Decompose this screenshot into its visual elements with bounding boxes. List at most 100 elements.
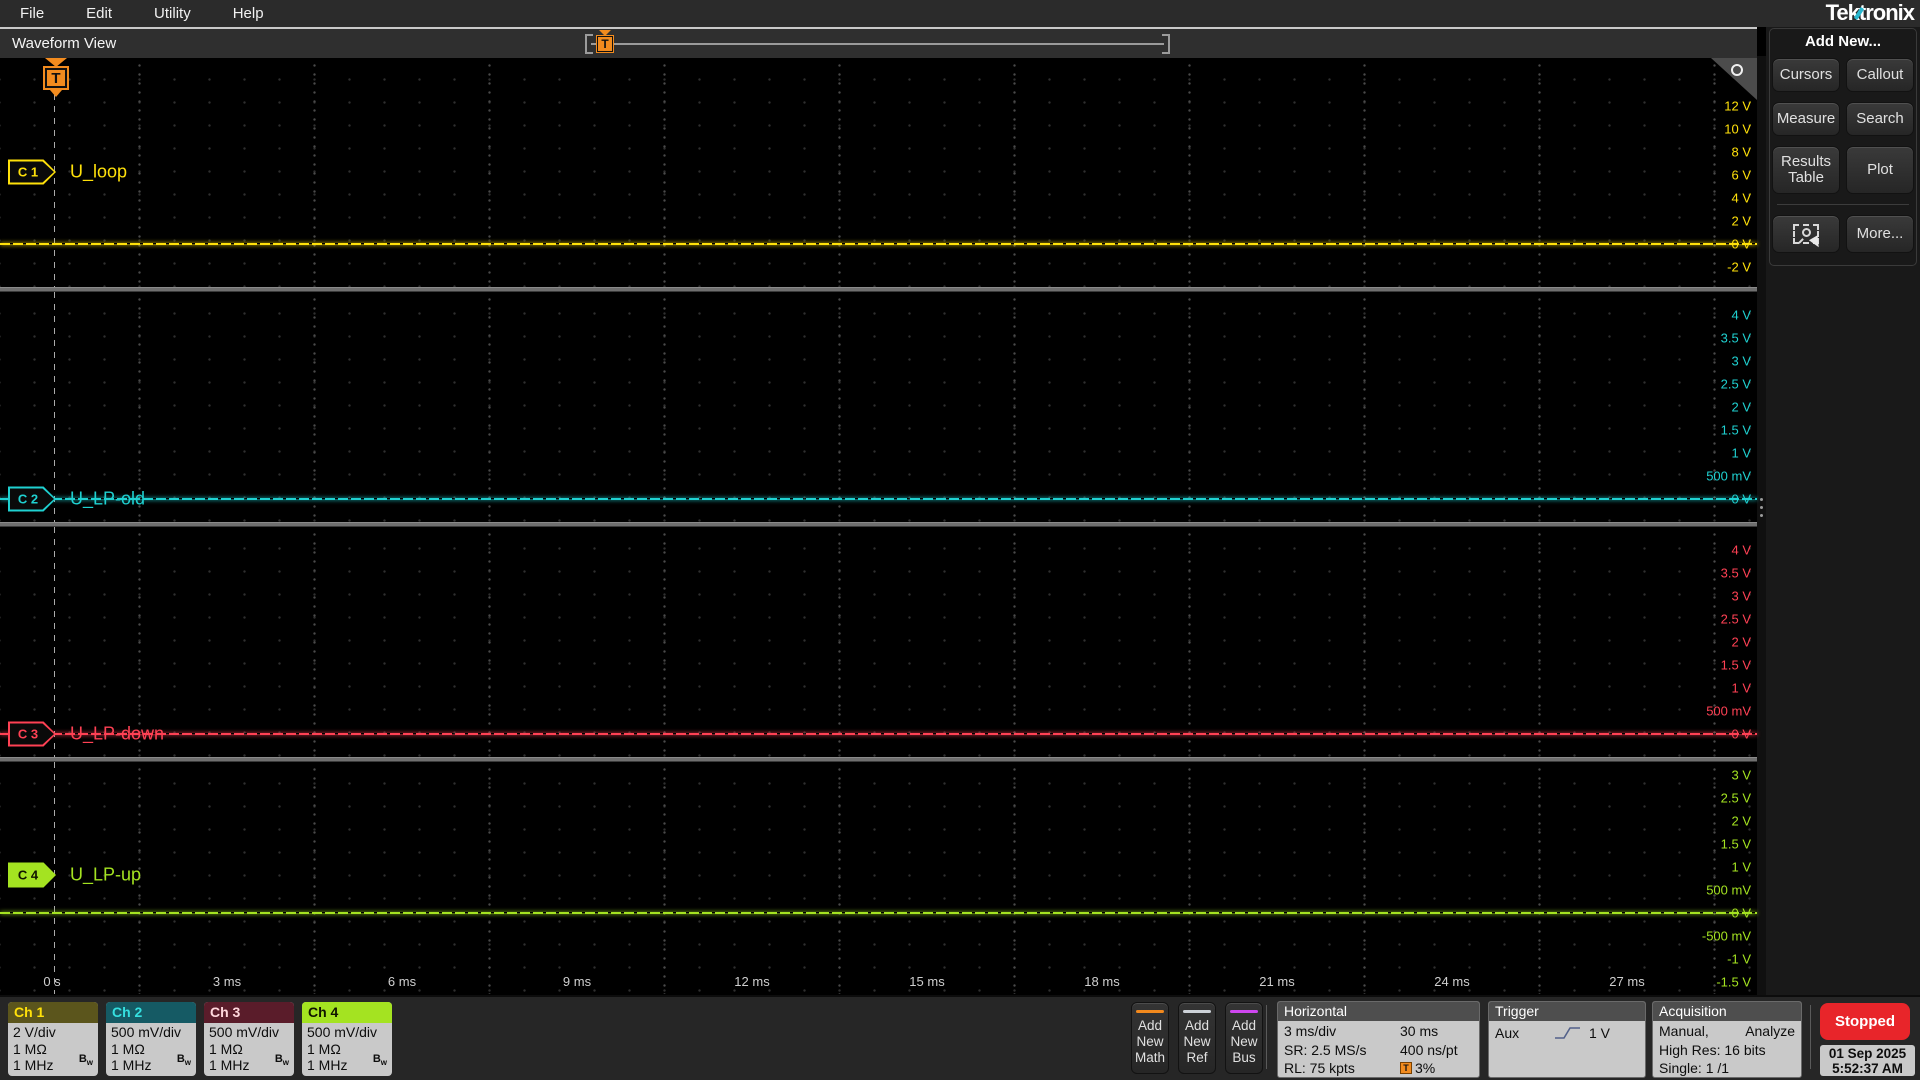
scale-label: 8 V	[1731, 144, 1751, 160]
more-button[interactable]: More...	[1846, 215, 1914, 253]
waveform-trace-4[interactable]	[0, 912, 1757, 914]
trigger-position-indicator[interactable]: T	[597, 36, 613, 52]
channel-handle-3[interactable]: C 3 U_LP-down	[8, 721, 164, 747]
scale-label: 3 V	[1731, 767, 1751, 783]
trigger-panel[interactable]: Trigger Aux 1 V	[1488, 1001, 1646, 1078]
panel-splitter[interactable]	[1757, 56, 1766, 995]
bandwidth-limit-badge: Bw	[176, 1052, 191, 1067]
scale-label: 2.5 V	[1720, 611, 1751, 627]
menu-item-file[interactable]: File	[20, 5, 44, 22]
channel-settings-badge-1[interactable]: Ch 12 V/div 1 MΩ 1 MHz Bw	[8, 1002, 98, 1076]
channel-badge-body: 2 V/div 1 MΩ 1 MHz Bw	[8, 1023, 98, 1074]
scale-label: 12 V	[1724, 98, 1751, 114]
channel-scale: 500 mV/div	[209, 1024, 280, 1040]
channel-slice-2: 4 V 3.5 V 3 V 2.5 V 2 V 1.5 V 1 V 500 mV 0 V C 2 U…	[0, 292, 1757, 522]
scale-label: 1 V	[1731, 859, 1751, 875]
horizontal-pan-scrollbar[interactable]: T	[585, 30, 1170, 55]
callout-button[interactable]: Callout	[1846, 58, 1914, 92]
time-tick-label: 3 ms	[212, 974, 242, 989]
bandwidth-limit-badge: Bw	[274, 1052, 289, 1067]
magnifier-icon	[1731, 64, 1743, 76]
horizontal-title: Horizontal	[1278, 1002, 1479, 1021]
menu-item-utility[interactable]: Utility	[154, 5, 191, 22]
waveform-trace-1[interactable]	[0, 243, 1757, 245]
channel-badge-id: C 4	[17, 867, 39, 883]
add-new-ref-button[interactable]: Add New Ref	[1178, 1002, 1216, 1074]
time-tick-label: 24 ms	[1434, 974, 1470, 989]
acquisition-analyze: Analyze	[1745, 1023, 1795, 1039]
channel-settings-badge-2[interactable]: Ch 2 500 mV/div 1 MΩ 1 MHz Bw	[106, 1002, 196, 1076]
waveform-trace-2[interactable]	[0, 498, 1757, 500]
search-button[interactable]: Search	[1846, 102, 1914, 136]
scrollbar-track[interactable]	[591, 43, 1164, 45]
waveform-trace-3[interactable]	[0, 733, 1757, 735]
horizontal-panel[interactable]: Horizontal 3 ms/div 30 ms SR: 2.5 MS/s 4…	[1277, 1001, 1480, 1078]
channel-badge-id: C 3	[17, 726, 39, 742]
time-tick-label: 18 ms	[1084, 974, 1120, 989]
add-new-buttons: Cursors Callout Measure Search Results T…	[1772, 58, 1914, 194]
add-new-sources: Add New Math Add New Ref Add New Bus	[1131, 1002, 1263, 1074]
scale-label: 500 mV	[1706, 468, 1751, 484]
channel-scale: 500 mV/div	[307, 1024, 378, 1040]
channel-handle-4[interactable]: C 4 U_LP-up	[8, 862, 141, 888]
resolution: 400 ns/pt	[1400, 1041, 1458, 1058]
waveform-view-header: Waveform View T	[0, 29, 1757, 58]
cursors-button[interactable]: Cursors	[1772, 58, 1840, 92]
time-tick-label: 15 ms	[909, 974, 945, 989]
scale-label: 3.5 V	[1720, 565, 1751, 581]
plot-button[interactable]: Plot	[1846, 146, 1914, 194]
zoom-select-icon	[1793, 224, 1824, 250]
time-tick-label: 12 ms	[734, 974, 770, 989]
channel-slice-1: 12 V 10 V 8 V 6 V 4 V 2 V 0 V -2 V C 1 U_loop T	[0, 58, 1757, 287]
acquisition-title: Acquisition	[1653, 1002, 1801, 1021]
scale-label: 2 V	[1731, 213, 1751, 229]
channel-badge-id: C 1	[17, 164, 39, 180]
time-tick-label: 6 ms	[387, 974, 417, 989]
trigger-tip-icon	[50, 90, 62, 97]
date-label: 01 Sep 2025	[1828, 1046, 1907, 1061]
scale-label: 6 V	[1731, 167, 1751, 183]
add-new-bus-button[interactable]: Add New Bus	[1225, 1002, 1263, 1074]
time-axis: 0 s 3 ms 6 ms 9 ms 12 ms 15 ms 18 ms 21 ms 24 ms…	[0, 970, 1757, 994]
channel-badges: Ch 12 V/div 1 MΩ 1 MHz Bw Ch 2 500 mV/div 1 MΩ…	[8, 1002, 392, 1076]
settings-bar: Ch 12 V/div 1 MΩ 1 MHz Bw Ch 2 500 mV/div 1 MΩ…	[0, 995, 1920, 1080]
scale-label: 500 mV	[1706, 882, 1751, 898]
scale-label: 1.5 V	[1720, 657, 1751, 673]
channel-handle-1[interactable]: C 1 U_loop	[8, 159, 127, 185]
scale-label: 0 V	[1731, 726, 1751, 742]
scale-label: -1.5 V	[1716, 974, 1751, 990]
channel-badge-id: C 2	[17, 491, 39, 507]
acquisition-panel[interactable]: Acquisition Manual, Analyze High Res: 16…	[1652, 1001, 1802, 1078]
results-table-button[interactable]: Results Table	[1772, 146, 1840, 194]
side-panel-separator	[1777, 204, 1909, 205]
scale-label: 2 V	[1731, 399, 1751, 415]
channel-settings-badge-4[interactable]: Ch 4 500 mV/div 1 MΩ 1 MHz Bw	[302, 1002, 392, 1076]
scale-label: 2 V	[1731, 634, 1751, 650]
acquisition-mode: Manual,	[1659, 1023, 1709, 1039]
add-new-math-button[interactable]: Add New Math	[1131, 1002, 1169, 1074]
channel-handle-2[interactable]: C 2 U_LP-old	[8, 486, 146, 512]
zoom-corner-button[interactable]	[1711, 58, 1757, 100]
magnifier-handle-icon	[1726, 77, 1734, 85]
acquisition-single: Single: 1 /1	[1659, 1060, 1730, 1076]
channel-scale: 2 V/div	[13, 1024, 56, 1040]
time-label: 5:52:37 AM	[1832, 1061, 1903, 1076]
menu-item-edit[interactable]: Edit	[86, 5, 112, 22]
measure-button[interactable]: Measure	[1772, 102, 1840, 136]
trigger-title: Trigger	[1489, 1002, 1645, 1021]
channel-name: U_LP-old	[70, 488, 146, 509]
menu-item-help[interactable]: Help	[233, 5, 264, 22]
scale-label: -2 V	[1727, 259, 1751, 275]
scale-label: 1 V	[1731, 680, 1751, 696]
trigger-marker[interactable]: T	[41, 58, 71, 97]
scale-label: 0 V	[1731, 491, 1751, 507]
zoom-select-button[interactable]	[1772, 215, 1840, 253]
add-new-group: Add New... Cursors Callout Measure Searc…	[1769, 28, 1917, 266]
channel-settings-badge-3[interactable]: Ch 3 500 mV/div 1 MΩ 1 MHz Bw	[204, 1002, 294, 1076]
scale-label: 4 V	[1731, 307, 1751, 323]
acquisition-detail: High Res: 16 bits	[1659, 1041, 1766, 1058]
scale-label: 0 V	[1731, 905, 1751, 921]
run-stop-status-button[interactable]: Stopped	[1820, 1003, 1910, 1040]
bandwidth-limit-badge: Bw	[372, 1052, 387, 1067]
add-new-panel: Add New... Cursors Callout Measure Searc…	[1766, 27, 1920, 995]
